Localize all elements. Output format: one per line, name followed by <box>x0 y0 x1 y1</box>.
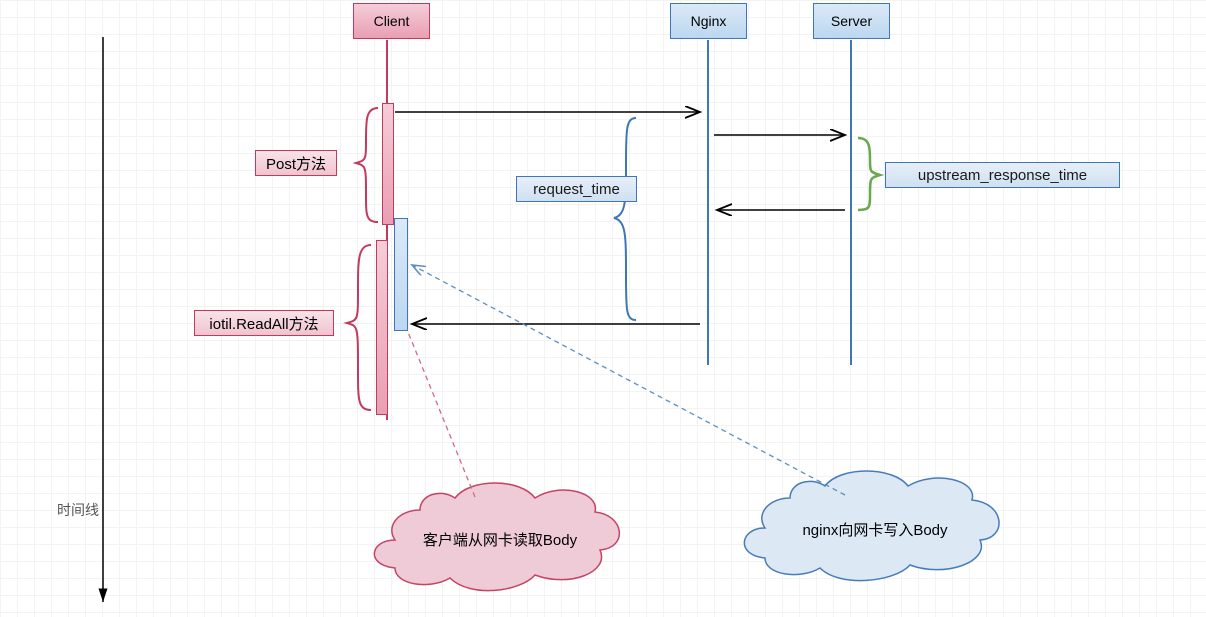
activation-client-post <box>382 103 394 225</box>
label-iotil-readall-text: iotil.ReadAll方法 <box>209 313 318 334</box>
participant-client: Client <box>353 3 430 39</box>
cloud-client-text: 客户端从网卡读取Body <box>423 532 578 549</box>
label-request-time-text: request_time <box>533 181 620 198</box>
activation-client-readall-outer <box>376 240 388 415</box>
diagram-svg: 客户端从网卡读取Body nginx向网卡写入Body <box>0 0 1206 617</box>
label-request-time: request_time <box>516 176 637 202</box>
label-upstream-response-time: upstream_response_time <box>885 162 1120 188</box>
cloud-nginx-write-body: nginx向网卡写入Body <box>744 471 999 581</box>
cloud-nginx-text: nginx向网卡写入Body <box>802 522 948 539</box>
label-post-method-text: Post方法 <box>266 153 326 174</box>
participant-client-label: Client <box>374 13 410 29</box>
brace-iotil-readall <box>347 245 371 410</box>
activation-nginx-body-at-client <box>394 218 408 331</box>
participant-server-label: Server <box>831 13 872 29</box>
label-post-method: Post方法 <box>255 150 337 176</box>
axis-timeline-text: 时间线 <box>57 502 99 518</box>
participant-server: Server <box>813 3 890 39</box>
label-iotil-readall: iotil.ReadAll方法 <box>194 310 334 336</box>
cloud-client-read-body: 客户端从网卡读取Body <box>374 483 619 591</box>
axis-timeline-label: 时间线 <box>57 500 99 520</box>
participant-nginx-label: Nginx <box>691 13 727 29</box>
pointer-nginx-cloud <box>412 265 845 495</box>
brace-request-time <box>614 118 636 320</box>
label-upstream-response-time-text: upstream_response_time <box>918 167 1087 184</box>
participant-nginx: Nginx <box>670 3 747 39</box>
brace-upstream-response-time <box>858 138 880 210</box>
brace-post-method <box>356 108 378 222</box>
